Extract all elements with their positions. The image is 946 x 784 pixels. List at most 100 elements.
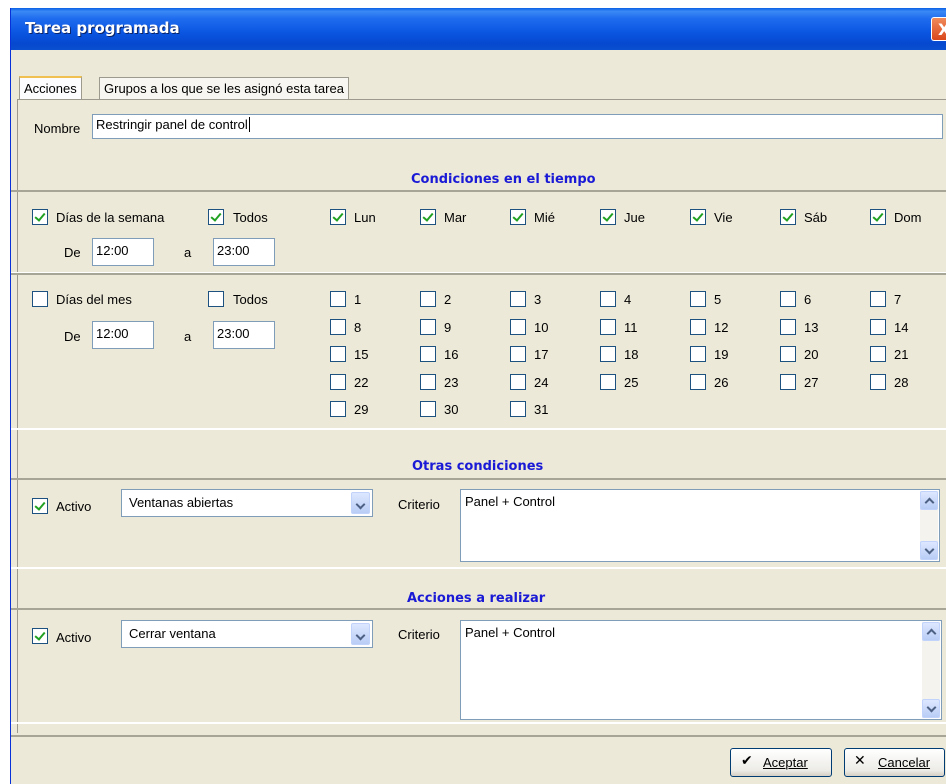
month-day-25-label: 25 (624, 375, 639, 390)
month-all-checkbox[interactable] (208, 291, 224, 307)
month-day-1-checkbox[interactable] (330, 291, 346, 307)
chevron-down-icon[interactable] (351, 492, 370, 514)
accept-button[interactable]: ✔ Aceptar (730, 748, 832, 777)
nombre-input[interactable]: Restringir panel de control (92, 114, 943, 139)
actions-active-checkbox[interactable] (32, 628, 48, 644)
actions-select[interactable]: Cerrar ventana (121, 620, 373, 648)
month-day-27-checkbox[interactable] (780, 374, 796, 390)
month-day-17-checkbox[interactable] (510, 346, 526, 362)
month-day-7-label: 7 (894, 292, 902, 307)
month-day-15-checkbox[interactable] (330, 346, 346, 362)
month-day-31-checkbox[interactable] (510, 401, 526, 417)
month-from-input[interactable]: 12:00 (92, 321, 154, 349)
month-day-10-checkbox[interactable] (510, 319, 526, 335)
tab-acciones[interactable]: Acciones (19, 76, 82, 100)
other-criterio-textarea[interactable]: Panel + Control (460, 489, 940, 562)
chevron-down-icon[interactable] (351, 623, 370, 645)
month-day-6-checkbox[interactable] (780, 291, 796, 307)
actions-selected: Cerrar ventana (129, 626, 216, 641)
week-from-value: 12:00 (96, 243, 129, 258)
month-day-23-checkbox[interactable] (420, 374, 436, 390)
close-button[interactable]: X (931, 17, 946, 41)
month-day-5-label: 5 (714, 292, 722, 307)
day-vie-checkbox[interactable] (690, 209, 706, 225)
month-day-8-label: 8 (354, 320, 362, 335)
month-day-14-label: 14 (894, 320, 909, 335)
month-day-14-checkbox[interactable] (870, 319, 886, 335)
month-day-11-checkbox[interactable] (600, 319, 616, 335)
cancel-button[interactable]: ✕ Cancelar (844, 748, 945, 777)
month-day-25-checkbox[interactable] (600, 374, 616, 390)
month-from-value: 12:00 (96, 326, 129, 341)
month-day-29-label: 29 (354, 402, 369, 417)
month-to-value: 23:00 (217, 326, 250, 341)
month-day-21-checkbox[interactable] (870, 346, 886, 362)
week-from-input[interactable]: 12:00 (92, 238, 154, 266)
nombre-value: Restringir panel de control (96, 117, 248, 132)
actions-criterio-label: Criterio (398, 627, 440, 642)
month-day-30-checkbox[interactable] (420, 401, 436, 417)
day-vie-label: Vie (714, 210, 733, 225)
month-day-8-checkbox[interactable] (330, 319, 346, 335)
tab-grupos-label: Grupos a los que se les asignó esta tare… (104, 81, 344, 96)
other-conditions-select[interactable]: Ventanas abiertas (121, 489, 373, 517)
month-day-29-checkbox[interactable] (330, 401, 346, 417)
tab-acciones-label: Acciones (24, 81, 77, 96)
scroll-up-icon[interactable] (920, 491, 938, 510)
month-day-2-label: 2 (444, 292, 452, 307)
actions-criterio-textarea[interactable]: Panel + Control (460, 620, 942, 720)
month-day-12-checkbox[interactable] (690, 319, 706, 335)
scroll-down-icon[interactable] (920, 541, 938, 560)
day-mie-checkbox[interactable] (510, 209, 526, 225)
month-day-13-label: 13 (804, 320, 819, 335)
month-day-16-label: 16 (444, 347, 459, 362)
month-day-2-checkbox[interactable] (420, 291, 436, 307)
month-all-label: Todos (233, 292, 268, 307)
day-lun-checkbox[interactable] (330, 209, 346, 225)
tab-grupos[interactable]: Grupos a los que se les asignó esta tare… (99, 77, 349, 99)
month-day-7-checkbox[interactable] (870, 291, 886, 307)
month-day-11-label: 11 (624, 320, 638, 335)
actions-criterio-value: Panel + Control (465, 625, 555, 640)
month-checkbox[interactable] (32, 291, 48, 307)
month-day-26-label: 26 (714, 375, 729, 390)
day-mar-label: Mar (444, 210, 467, 225)
month-day-4-checkbox[interactable] (600, 291, 616, 307)
month-day-27-label: 27 (804, 375, 819, 390)
title-bar[interactable]: Tarea programada X (11, 8, 946, 50)
month-day-22-label: 22 (354, 375, 369, 390)
month-to-label: a (184, 329, 192, 344)
week-all-checkbox[interactable] (208, 209, 224, 225)
week-to-input[interactable]: 23:00 (213, 238, 275, 266)
month-day-13-checkbox[interactable] (780, 319, 796, 335)
checkmark-icon: ✔ (741, 753, 753, 769)
close-icon: X (938, 20, 946, 39)
month-day-22-checkbox[interactable] (330, 374, 346, 390)
month-day-9-checkbox[interactable] (420, 319, 436, 335)
scroll-down-icon[interactable] (922, 699, 940, 718)
month-day-12-label: 12 (714, 320, 729, 335)
month-day-31-label: 31 (534, 402, 549, 417)
day-mar-checkbox[interactable] (420, 209, 436, 225)
other-active-checkbox[interactable] (32, 498, 48, 514)
month-day-28-checkbox[interactable] (870, 374, 886, 390)
month-day-16-checkbox[interactable] (420, 346, 436, 362)
window-title: Tarea programada (25, 19, 180, 37)
day-jue-checkbox[interactable] (600, 209, 616, 225)
week-checkbox[interactable] (32, 209, 48, 225)
month-to-input[interactable]: 23:00 (213, 321, 275, 349)
month-day-19-checkbox[interactable] (690, 346, 706, 362)
day-sab-checkbox[interactable] (780, 209, 796, 225)
day-jue-label: Jue (624, 210, 645, 225)
month-day-18-checkbox[interactable] (600, 346, 616, 362)
month-day-24-checkbox[interactable] (510, 374, 526, 390)
month-day-26-checkbox[interactable] (690, 374, 706, 390)
month-day-20-label: 20 (804, 347, 819, 362)
month-day-3-checkbox[interactable] (510, 291, 526, 307)
other-conditions-selected: Ventanas abiertas (129, 495, 234, 510)
scroll-up-icon[interactable] (922, 622, 940, 641)
month-day-23-label: 23 (444, 375, 459, 390)
month-day-5-checkbox[interactable] (690, 291, 706, 307)
month-day-20-checkbox[interactable] (780, 346, 796, 362)
day-dom-checkbox[interactable] (870, 209, 886, 225)
